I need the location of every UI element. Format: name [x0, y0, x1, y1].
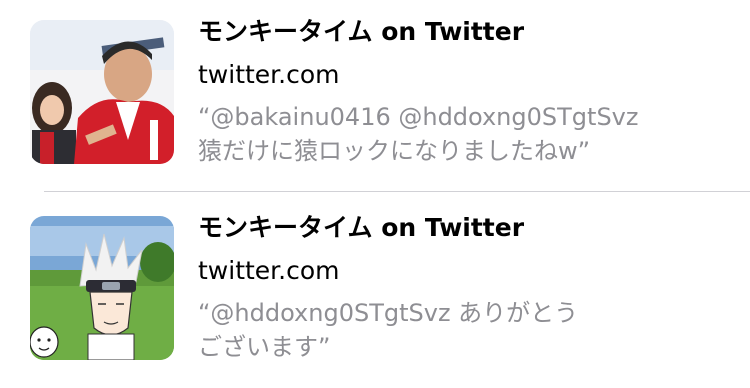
link-snippet-line-2: 猿だけに猿ロックになりましたねw” — [198, 137, 591, 165]
link-snippet: “@bakainu0416 @hddoxng0STgtSvz 猿だけに猿ロックに… — [198, 100, 738, 168]
link-snippet-line-1: “@bakainu0416 @hddoxng0STgtSvz — [198, 103, 639, 131]
link-result-row-1[interactable]: モンキータイム on Twitter twitter.com “@bakainu… — [0, 0, 750, 190]
thumbnail-avatar-icon — [30, 216, 174, 360]
link-result-row-2[interactable]: モンキータイム on Twitter twitter.com “@hddoxng… — [0, 196, 750, 386]
link-title: モンキータイム on Twitter — [198, 17, 525, 46]
link-snippet-line-1: “@hddoxng0STgtSvz ありがとう — [198, 299, 579, 327]
link-title: モンキータイム on Twitter — [198, 213, 525, 242]
link-domain: twitter.com — [198, 60, 340, 89]
link-result-text: モンキータイム on Twitter twitter.com “@bakainu… — [198, 14, 738, 168]
link-snippet: “@hddoxng0STgtSvz ありがとう ございます” — [198, 296, 738, 364]
link-results-list: モンキータイム on Twitter twitter.com “@bakainu… — [0, 0, 750, 388]
thumbnail-photo-icon — [30, 20, 174, 164]
row-separator — [44, 191, 750, 192]
link-result-text: モンキータイム on Twitter twitter.com “@hddoxng… — [198, 210, 738, 364]
link-domain: twitter.com — [198, 256, 340, 285]
link-snippet-line-2: ございます” — [198, 333, 331, 361]
